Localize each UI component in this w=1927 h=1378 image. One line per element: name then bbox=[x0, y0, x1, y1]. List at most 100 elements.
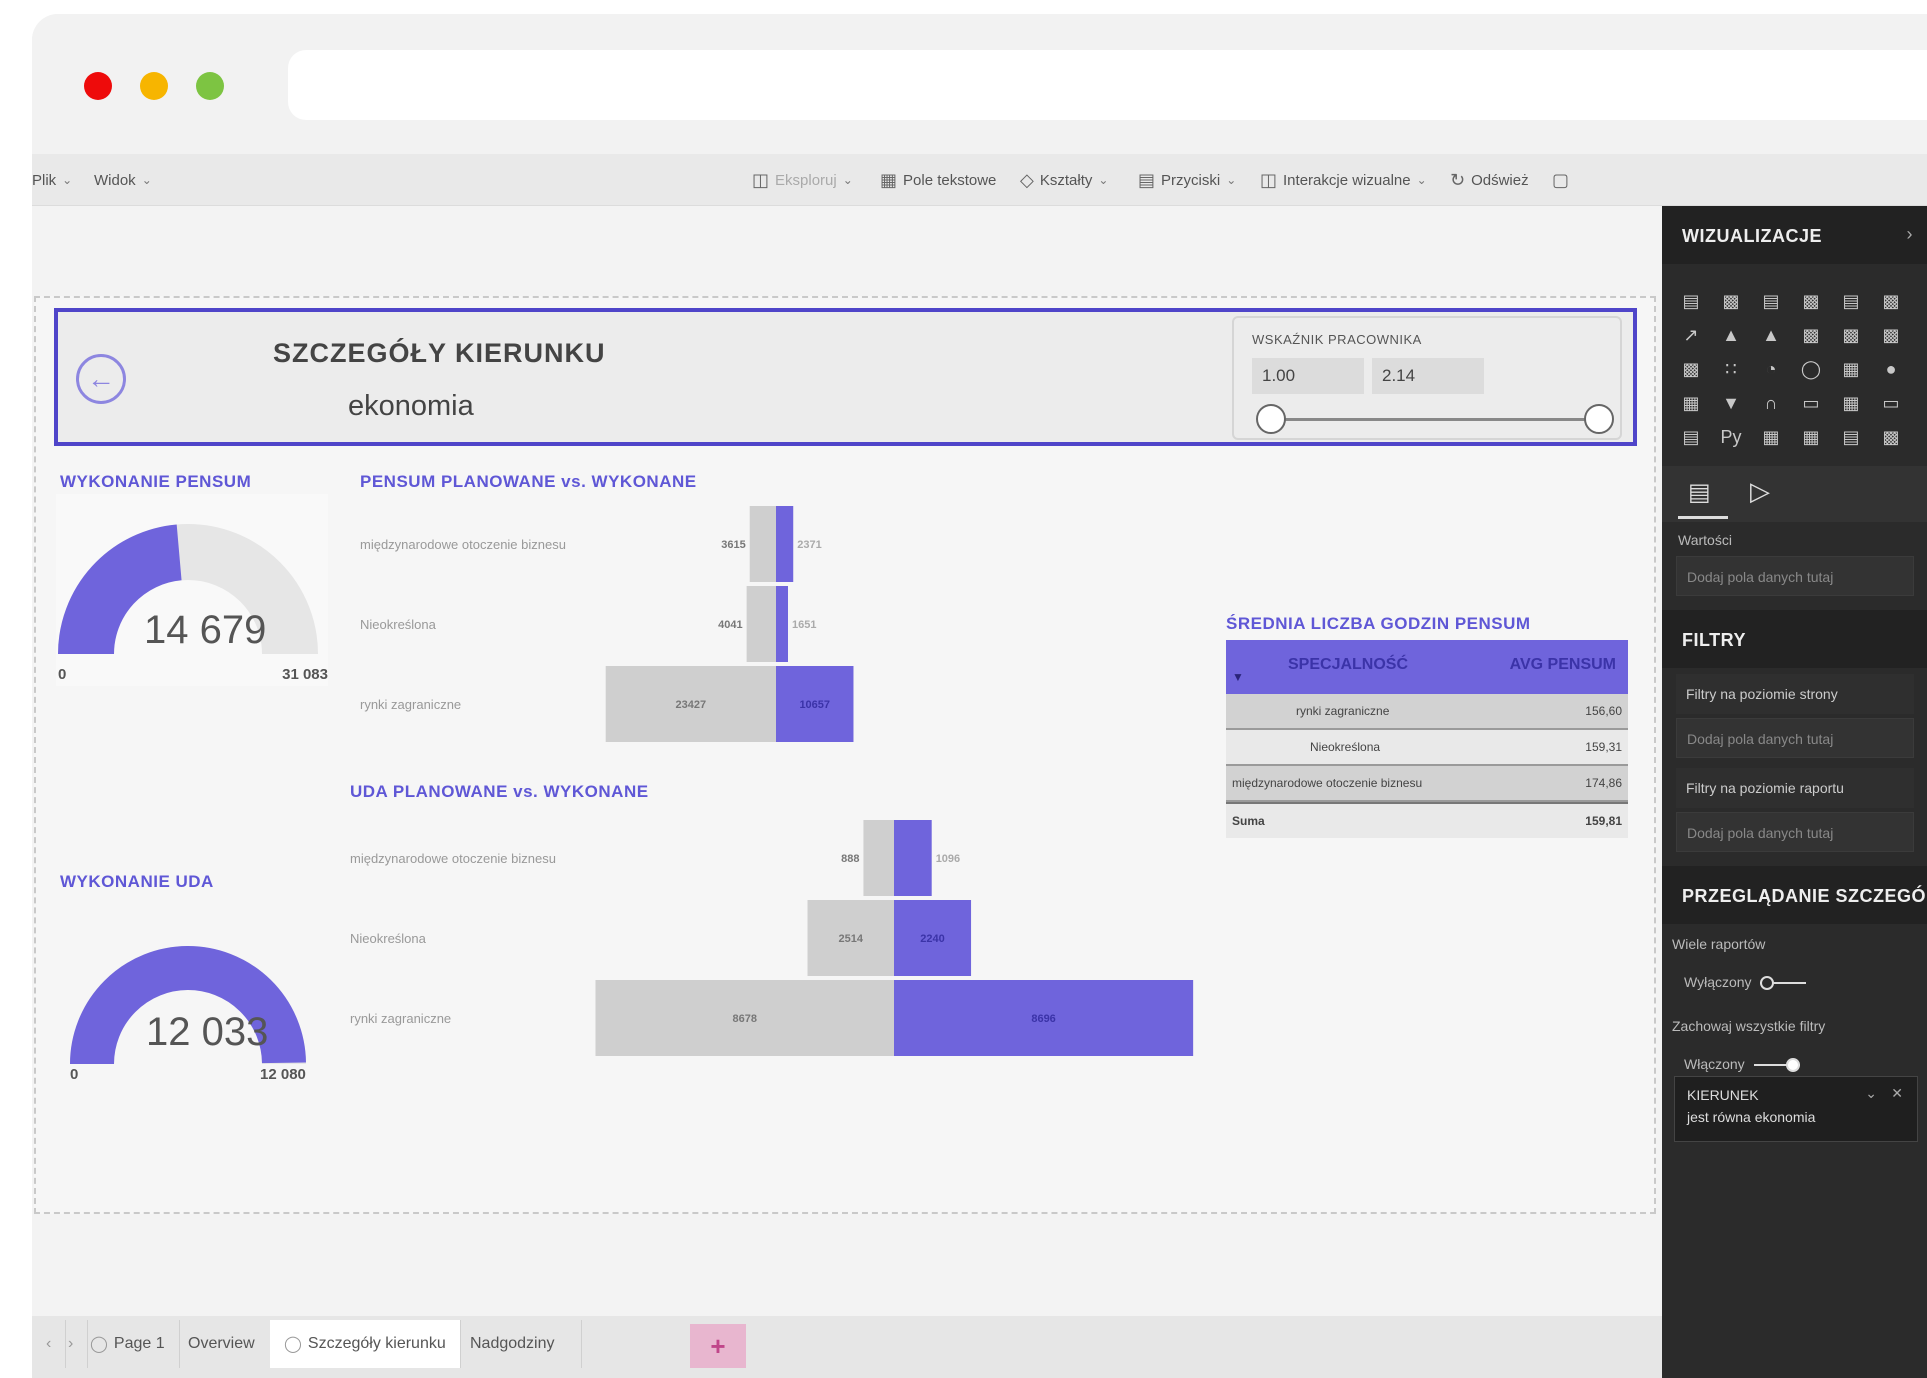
explore-button[interactable]: ◫ Eksploruj ⌄ bbox=[752, 154, 853, 206]
chart-uda[interactable]: międzynarodowe otoczenie biznesu 888 1096 N… bbox=[346, 804, 1546, 1080]
table-cell: rynki zagraniczne bbox=[1296, 704, 1390, 718]
slicer-min-input[interactable]: 1.00 bbox=[1252, 358, 1364, 394]
r-visual-icon[interactable]: ▤ bbox=[1840, 426, 1862, 448]
key-influencers-icon[interactable]: ▩ bbox=[1880, 426, 1902, 448]
gauge-uda-value: 12 033 bbox=[146, 1010, 269, 1054]
pie-chart-icon[interactable]: ◔ bbox=[1760, 358, 1782, 380]
format-paint-icon[interactable]: ▷ bbox=[1750, 476, 1770, 507]
donut-chart-icon[interactable]: ◯ bbox=[1800, 358, 1822, 380]
100-bar-icon[interactable]: ▤ bbox=[1840, 290, 1862, 312]
gauge-icon[interactable]: ∩ bbox=[1760, 392, 1782, 414]
slider-track[interactable] bbox=[1272, 418, 1598, 421]
drillthrough-filter-card[interactable]: KIERUNEK jest równa ekonomia ⌄ ✕ bbox=[1674, 1076, 1918, 1142]
gauge-pensum-max: 31 083 bbox=[282, 666, 328, 683]
shapes-button[interactable]: ◇ Kształty ⌄ bbox=[1020, 154, 1108, 206]
bar-planned[interactable] bbox=[746, 586, 776, 662]
menu-file[interactable]: Plik ⌄ bbox=[32, 154, 72, 206]
line-column-icon[interactable]: ▩ bbox=[1800, 324, 1822, 346]
multi-row-card-icon[interactable]: ▦ bbox=[1840, 392, 1862, 414]
tab-szczegoly-kierunku[interactable]: ◯ Szczegóły kierunku bbox=[270, 1320, 461, 1368]
column-header-specialty[interactable]: SPECJALNOŚĆ bbox=[1288, 656, 1408, 674]
table-row[interactable]: rynki zagraniczne 156,60 bbox=[1226, 694, 1628, 730]
refresh-button[interactable]: ↻ Odśwież bbox=[1450, 154, 1529, 206]
keep-filters-toggle[interactable] bbox=[1754, 1058, 1800, 1072]
ribbon-chart-icon[interactable]: ▩ bbox=[1880, 324, 1902, 346]
visual-interactions-button[interactable]: ◫ Interakcje wizualne ⌄ bbox=[1260, 154, 1427, 206]
refresh-label: Odśwież bbox=[1471, 171, 1529, 189]
maximize-window-button[interactable] bbox=[196, 72, 224, 100]
tab-overview[interactable]: Overview bbox=[164, 1320, 280, 1368]
gauge-pensum-value: 14 679 bbox=[144, 608, 267, 652]
stacked-bar-icon[interactable]: ▤ bbox=[1680, 290, 1702, 312]
report-filters-drop-well[interactable]: Dodaj pola danych tutaj bbox=[1676, 812, 1914, 852]
treemap-icon[interactable]: ▦ bbox=[1840, 358, 1862, 380]
table-total-value: 159,81 bbox=[1585, 814, 1622, 828]
filled-map-icon[interactable]: ▦ bbox=[1680, 392, 1702, 414]
table-row[interactable]: Nieokreślona 159,31 bbox=[1226, 730, 1628, 766]
stacked-area-icon[interactable]: ▲ bbox=[1760, 324, 1782, 346]
sort-desc-icon[interactable]: ▼ bbox=[1232, 670, 1244, 684]
slicer-icon[interactable]: ▤ bbox=[1680, 426, 1702, 448]
browser-window: Plik ⌄ Widok ⌄ ◫ Eksploruj ⌄ ▦ Pole tekstowe … bbox=[32, 14, 1927, 1378]
line-chart-icon[interactable]: ↗ bbox=[1680, 324, 1702, 346]
bar-planned[interactable] bbox=[863, 820, 894, 896]
fields-pane-icon[interactable]: ▤ bbox=[1688, 478, 1711, 507]
slicer-max-input[interactable]: 2.14 bbox=[1372, 358, 1484, 394]
drillthrough-header: PRZEGLĄDANIE SZCZEGÓ bbox=[1662, 866, 1927, 924]
copy-button[interactable]: ▢ bbox=[1552, 154, 1569, 206]
column-header-avg-pensum[interactable]: AVG PENSUM bbox=[1510, 656, 1616, 674]
chevron-down-icon[interactable]: ⌄ bbox=[1865, 1085, 1877, 1102]
filter-condition: jest równa ekonomia bbox=[1687, 1109, 1816, 1125]
gauge-uda[interactable]: 12 033 0 12 080 bbox=[56, 894, 328, 1090]
category-label: Nieokreślona bbox=[360, 617, 437, 632]
table-icon[interactable]: ▦ bbox=[1760, 426, 1782, 448]
stacked-column-icon[interactable]: ▩ bbox=[1720, 290, 1742, 312]
slider-min-handle[interactable] bbox=[1256, 404, 1286, 434]
close-window-button[interactable] bbox=[84, 72, 112, 100]
chart-pensum[interactable]: międzynarodowe otoczenie biznesu 3615 2371… bbox=[356, 494, 1056, 764]
bar-executed[interactable] bbox=[894, 820, 932, 896]
page-filters-drop-well[interactable]: Dodaj pola danych tutaj bbox=[1676, 718, 1914, 758]
table-row[interactable]: międzynarodowe otoczenie biznesu 174,86 bbox=[1226, 766, 1628, 802]
clustered-bar-icon[interactable]: ▤ bbox=[1760, 290, 1782, 312]
back-arrow-icon[interactable]: ← bbox=[76, 354, 126, 404]
table-header: SPECJALNOŚĆ AVG PENSUM ▼ bbox=[1226, 640, 1628, 694]
chevron-right-icon[interactable]: › bbox=[1907, 224, 1914, 245]
bar-executed[interactable] bbox=[776, 586, 789, 662]
buttons-button[interactable]: ▤ Przyciski ⌄ bbox=[1138, 154, 1236, 206]
values-drop-well[interactable]: Dodaj pola danych tutaj bbox=[1676, 556, 1914, 596]
add-page-button[interactable]: + bbox=[690, 1324, 746, 1368]
scatter-icon[interactable]: ∷ bbox=[1720, 358, 1742, 380]
menu-view[interactable]: Widok ⌄ bbox=[94, 154, 152, 206]
data-label-planned: 23427 bbox=[676, 699, 707, 711]
slider-max-handle[interactable] bbox=[1584, 404, 1614, 434]
line-clustered-icon[interactable]: ▩ bbox=[1840, 324, 1862, 346]
multi-reports-toggle[interactable] bbox=[1760, 976, 1806, 990]
100-column-icon[interactable]: ▩ bbox=[1880, 290, 1902, 312]
data-label-executed: 10657 bbox=[799, 699, 830, 711]
bar-executed[interactable] bbox=[776, 506, 794, 582]
close-icon[interactable]: ✕ bbox=[1891, 1085, 1903, 1102]
funnel-icon[interactable]: ▼ bbox=[1720, 392, 1742, 414]
tab-nadgodziny[interactable]: Nadgodziny bbox=[444, 1320, 582, 1368]
address-bar[interactable] bbox=[288, 50, 1927, 120]
gauge-pensum[interactable]: 14 679 0 31 083 bbox=[56, 494, 328, 686]
minimize-window-button[interactable] bbox=[140, 72, 168, 100]
table-cell: 174,86 bbox=[1585, 776, 1622, 790]
interactions-label: Interakcje wizualne bbox=[1283, 171, 1411, 189]
category-label: międzynarodowe otoczenie biznesu bbox=[360, 537, 566, 552]
shapes-icon: ◇ bbox=[1020, 169, 1034, 190]
python-visual-icon[interactable]: Py bbox=[1720, 426, 1742, 448]
gauge-pensum-min: 0 bbox=[58, 666, 67, 683]
map-icon[interactable]: ● bbox=[1880, 358, 1902, 380]
waterfall-icon[interactable]: ▩ bbox=[1680, 358, 1702, 380]
area-chart-icon[interactable]: ▲ bbox=[1720, 324, 1742, 346]
clustered-column-icon[interactable]: ▩ bbox=[1800, 290, 1822, 312]
kpi-icon[interactable]: ▭ bbox=[1880, 392, 1902, 414]
bar-planned[interactable] bbox=[749, 506, 776, 582]
card-icon[interactable]: ▭ bbox=[1800, 392, 1822, 414]
matrix-icon[interactable]: ▦ bbox=[1800, 426, 1822, 448]
avg-pensum-table[interactable]: SPECJALNOŚĆ AVG PENSUM ▼ rynki zagranicz… bbox=[1226, 640, 1628, 838]
textbox-button[interactable]: ▦ Pole tekstowe bbox=[880, 154, 996, 206]
report-page: ← SZCZEGÓŁY KIERUNKU ekonomia WSKAŹNIK P… bbox=[34, 296, 1656, 1214]
